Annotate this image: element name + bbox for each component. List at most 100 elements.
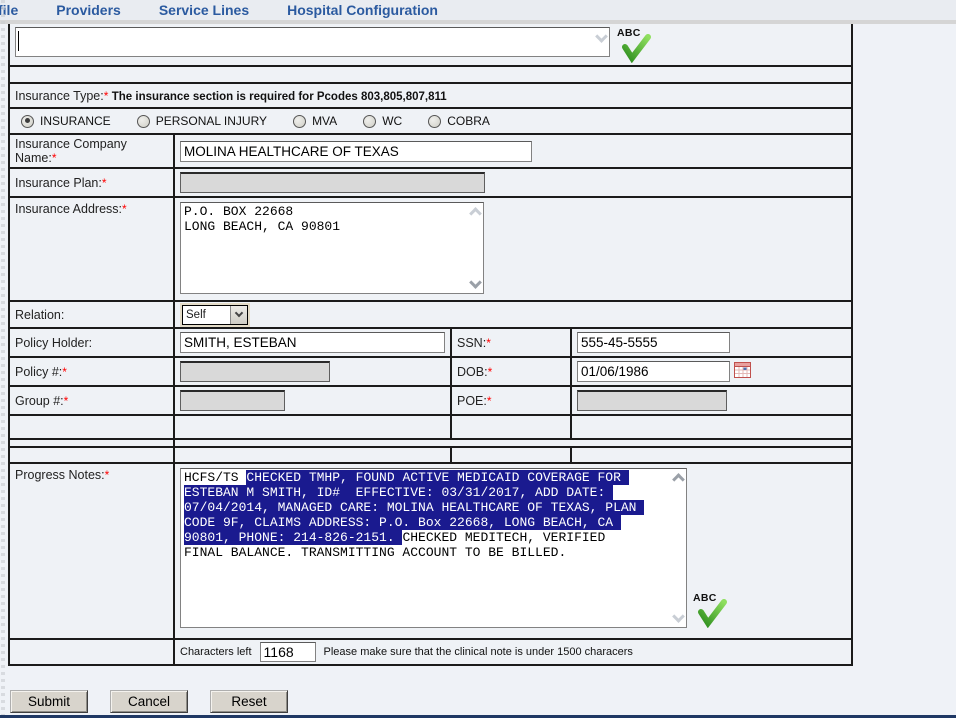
chars-left-label: Characters left: [180, 646, 252, 658]
top-field-cell: ABC: [9, 24, 852, 66]
empty-cell: [174, 447, 451, 463]
insurance-type-note: The insurance section is required for Pc…: [112, 91, 447, 103]
poe-field-cell: [571, 386, 852, 415]
radio-personal-injury[interactable]: PERSONAL INJURY: [137, 114, 267, 128]
radio-button-icon[interactable]: [21, 115, 34, 128]
calendar-icon[interactable]: [734, 362, 751, 381]
company-name-field-cell: MOLINA HEALTHCARE OF TEXAS: [174, 134, 852, 168]
policy-holder-field-cell: SMITH, ESTEBAN: [174, 328, 451, 357]
dob-label-cell: DOB:*: [451, 357, 571, 386]
nav-item-service-lines[interactable]: Service Lines: [159, 2, 249, 18]
group-number-input-disabled: [180, 390, 285, 411]
reset-button[interactable]: Reset: [210, 690, 288, 713]
required-asterisk: *: [104, 89, 109, 103]
ssn-label-cell: SSN:*: [451, 328, 571, 357]
progress-notes-field-cell: HCFS/TS CHECKED TMHP, FOUND ACTIVE MEDIC…: [174, 463, 852, 639]
top-text-input[interactable]: [15, 27, 610, 57]
poe-label-cell: POE:*: [451, 386, 571, 415]
spellcheck-abc-icon[interactable]: ABC: [616, 27, 652, 63]
separator-cell: [174, 439, 852, 447]
plan-field-cell: [174, 168, 852, 197]
radio-mva[interactable]: MVA: [293, 114, 337, 128]
ssn-input[interactable]: 555-45-5555: [577, 332, 730, 353]
policy-number-input-disabled: [180, 361, 330, 382]
required-asterisk: *: [52, 151, 57, 165]
company-name-label: Insurance Company Name:: [15, 137, 127, 165]
dob-field-cell: 01/06/1986: [571, 357, 852, 386]
relation-select[interactable]: Self: [182, 305, 248, 325]
address-textarea[interactable]: P.O. BOX 22668 LONG BEACH, CA 90801: [180, 202, 484, 294]
empty-cell: [9, 447, 174, 463]
policy-holder-label-cell: Policy Holder:: [9, 328, 174, 357]
green-checkmark-icon: [695, 596, 727, 628]
nav-item-hospital-configuration[interactable]: Hospital Configuration: [287, 2, 438, 18]
scroll-up-icon[interactable]: [672, 473, 685, 486]
scroll-down-icon[interactable]: [672, 610, 685, 623]
dob-input[interactable]: 01/06/1986: [577, 361, 730, 382]
scroll-up-icon[interactable]: [469, 207, 482, 220]
radio-insurance[interactable]: INSURANCE: [21, 114, 111, 128]
required-asterisk: *: [102, 176, 107, 190]
required-asterisk: *: [62, 365, 67, 379]
green-checkmark-icon: [619, 31, 651, 63]
radio-wc[interactable]: WC: [363, 114, 402, 128]
submit-button[interactable]: Submit: [10, 690, 88, 713]
policy-holder-input[interactable]: SMITH, ESTEBAN: [180, 332, 445, 353]
group-number-label-cell: Group #:*: [9, 386, 174, 415]
group-number-field-cell: [174, 386, 451, 415]
empty-cell: [9, 639, 174, 665]
spacer-row: [9, 66, 852, 83]
relation-field-cell: Self: [174, 301, 852, 328]
address-field-cell: P.O. BOX 22668 LONG BEACH, CA 90801: [174, 197, 852, 301]
separator-cell: [9, 439, 174, 447]
empty-cell: [174, 415, 451, 439]
insurance-type-label: Insurance Type:: [15, 89, 104, 103]
spellcheck-abc-icon[interactable]: ABC: [692, 592, 728, 628]
notes-prefix: HCFS/TS: [184, 470, 246, 485]
required-asterisk: *: [105, 468, 110, 482]
cancel-button[interactable]: Cancel: [110, 690, 188, 713]
company-name-label-cell: Insurance Company Name:*: [9, 134, 174, 168]
policy-number-label-cell: Policy #:*: [9, 357, 174, 386]
radio-button-icon[interactable]: [137, 115, 150, 128]
chars-left-input[interactable]: 1168: [260, 642, 316, 662]
text-cursor: [18, 31, 19, 51]
required-asterisk: *: [122, 202, 127, 216]
poe-input-disabled: [577, 390, 727, 411]
chevron-down-icon: [235, 309, 243, 317]
plan-label-cell: Insurance Plan:*: [9, 168, 174, 197]
group-number-label: Group #:: [15, 394, 64, 408]
required-asterisk: *: [487, 394, 492, 408]
progress-notes-textarea[interactable]: HCFS/TS CHECKED TMHP, FOUND ACTIVE MEDIC…: [180, 468, 687, 628]
ssn-label: SSN:: [457, 336, 486, 350]
radio-button-icon[interactable]: [363, 115, 376, 128]
required-asterisk: *: [64, 394, 69, 408]
nav-item-providers[interactable]: Providers: [56, 2, 121, 18]
required-asterisk: *: [488, 365, 493, 379]
policy-number-label: Policy #:: [15, 365, 62, 379]
dropdown-button[interactable]: [230, 306, 247, 324]
chars-left-cell: Characters left 1168 Please make sure th…: [174, 639, 852, 665]
page-left-gutter: [1, 0, 5, 718]
company-name-input[interactable]: MOLINA HEALTHCARE OF TEXAS: [180, 141, 532, 162]
empty-cell: [451, 415, 571, 439]
empty-cell: [571, 447, 852, 463]
poe-label: POE:: [457, 394, 487, 408]
radio-cobra[interactable]: COBRA: [428, 114, 490, 128]
radio-button-icon[interactable]: [293, 115, 306, 128]
plan-input-disabled: [180, 172, 485, 193]
required-asterisk: *: [486, 336, 491, 350]
insurance-type-options-cell: INSURANCE PERSONAL INJURY MVA WC COBRA: [9, 108, 852, 134]
progress-notes-label-cell: Progress Notes:*: [9, 463, 174, 639]
top-navigation: file Providers Service Lines Hospital Co…: [0, 0, 956, 24]
progress-notes-label: Progress Notes:: [15, 468, 105, 482]
form-actions: Submit Cancel Reset: [10, 690, 956, 713]
scroll-down-icon[interactable]: [595, 30, 608, 43]
policy-number-field-cell: [174, 357, 451, 386]
radio-button-icon[interactable]: [428, 115, 441, 128]
chars-left-message: Please make sure that the clinical note …: [324, 646, 633, 658]
scroll-down-icon[interactable]: [469, 276, 482, 289]
ssn-field-cell: 555-45-5555: [571, 328, 852, 357]
empty-cell: [571, 415, 852, 439]
address-label: Insurance Address:: [15, 202, 122, 216]
